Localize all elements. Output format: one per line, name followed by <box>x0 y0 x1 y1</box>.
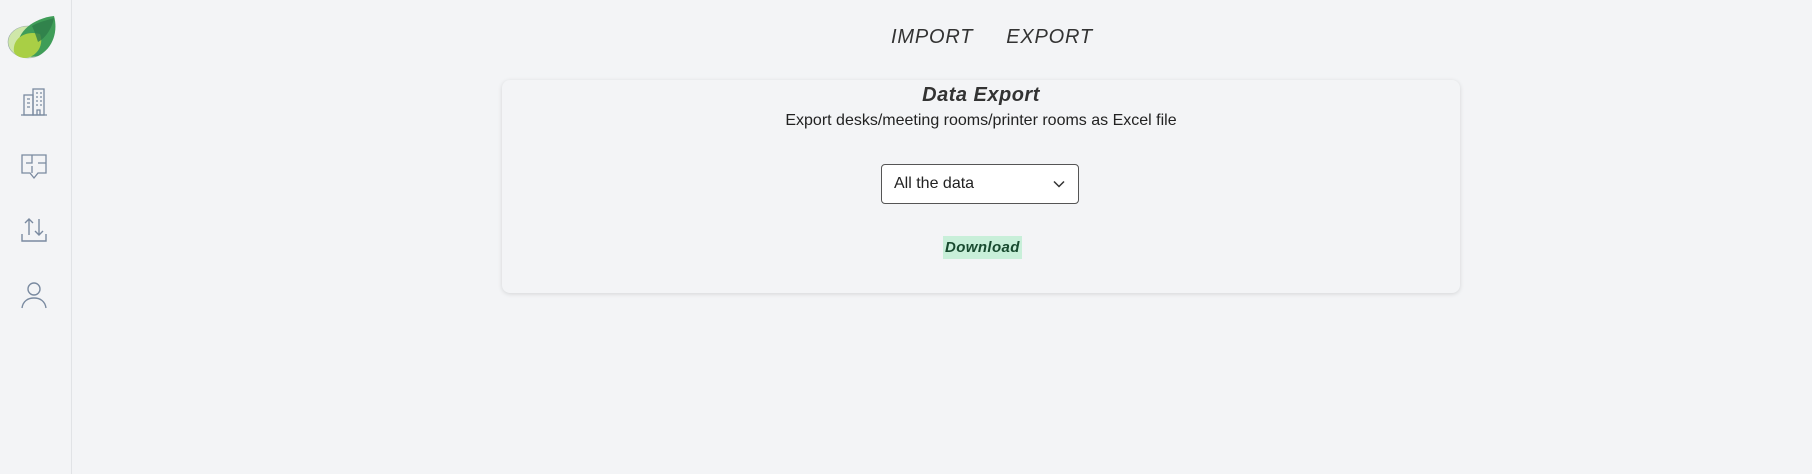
sidebar <box>0 0 72 474</box>
user-icon[interactable] <box>14 275 54 315</box>
card-title: Data Export <box>922 84 1040 106</box>
download-button[interactable]: Download <box>943 236 1022 259</box>
chevron-down-icon <box>1053 180 1065 188</box>
tab-import[interactable]: IMPORT <box>891 26 973 49</box>
import-export-icon[interactable] <box>14 209 54 249</box>
app-logo[interactable] <box>4 12 60 60</box>
floor-plan-icon[interactable] <box>14 147 54 187</box>
select-value: All the data <box>894 175 975 192</box>
data-scope-select[interactable]: All the data <box>881 164 1079 204</box>
building-icon[interactable] <box>14 82 54 122</box>
card-subtitle: Export desks/meeting rooms/printer rooms… <box>785 112 1177 129</box>
data-export-card: Data Export Export desks/meeting rooms/p… <box>502 80 1460 293</box>
tab-export[interactable]: EXPORT <box>1006 26 1093 49</box>
